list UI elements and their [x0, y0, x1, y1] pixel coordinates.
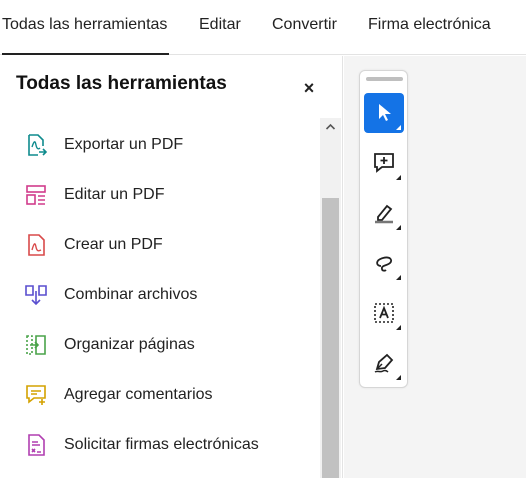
scroll-thumb[interactable] [322, 198, 339, 478]
panel-title: Todas las herramientas [16, 73, 227, 94]
tool-add-comments[interactable]: Agregar comentarios [0, 373, 320, 419]
tool-label: Crear un PDF [64, 236, 163, 253]
text-box-icon [374, 303, 394, 323]
tool-label: Combinar archivos [64, 286, 198, 303]
export-pdf-icon [28, 134, 48, 156]
add-comment-icon [374, 153, 394, 173]
more-options-corner [396, 125, 401, 130]
tab-all-tools[interactable]: Todas las herramientas [2, 0, 169, 55]
close-panel-button[interactable]: × [299, 78, 319, 98]
edit-pdf-icon [26, 185, 46, 205]
tool-create-pdf[interactable]: Crear un PDF [0, 223, 320, 269]
quick-tools-toolbar [359, 70, 408, 388]
more-options-corner [396, 375, 401, 380]
tools-list: Exportar un PDF Editar un PDF Crear un P… [0, 120, 320, 478]
tool-request-esignatures[interactable]: Solicitar firmas electrónicas [0, 423, 320, 469]
select-tool-button[interactable] [364, 93, 404, 133]
top-tab-bar: Todas las herramientas Editar Convertir … [0, 0, 526, 55]
request-esign-icon [28, 434, 45, 456]
tool-label: Editar un PDF [64, 186, 165, 203]
panel-scrollbar[interactable] [320, 118, 341, 478]
tool-combine-files[interactable]: Combinar archivos [0, 273, 320, 319]
tool-label: Exportar un PDF [64, 136, 184, 153]
tool-label: Organizar páginas [64, 336, 195, 353]
highlight-icon [375, 204, 393, 224]
more-options-corner [396, 325, 401, 330]
more-options-corner [396, 175, 401, 180]
scroll-up-arrow[interactable] [320, 118, 341, 136]
tool-organize-pages[interactable]: Organizar páginas [0, 323, 320, 369]
sign-tool-button[interactable] [364, 343, 404, 383]
add-comment-tool-button[interactable] [364, 143, 404, 183]
add-comments-icon [26, 385, 46, 405]
toolbar-drag-handle[interactable] [366, 77, 403, 81]
tool-export-pdf[interactable]: Exportar un PDF [0, 123, 320, 169]
draw-lasso-icon [376, 256, 393, 272]
more-options-corner [396, 225, 401, 230]
highlight-tool-button[interactable] [364, 193, 404, 233]
tool-label: Solicitar firmas electrónicas [64, 436, 259, 453]
draw-tool-button[interactable] [364, 243, 404, 283]
tab-edit[interactable]: Editar [199, 0, 241, 55]
text-box-tool-button[interactable] [364, 293, 404, 333]
sign-pen-icon [374, 353, 394, 373]
tab-convert[interactable]: Convertir [272, 0, 337, 55]
chevron-up-icon [325, 123, 336, 130]
select-cursor-icon [379, 104, 391, 121]
combine-files-icon [25, 285, 47, 306]
tab-esign[interactable]: Firma electrónica [368, 0, 491, 55]
create-pdf-icon [28, 234, 45, 256]
tool-label: Agregar comentarios [64, 386, 213, 403]
more-options-corner [396, 275, 401, 280]
organize-pages-icon [26, 335, 46, 355]
all-tools-panel: Todas las herramientas × Exportar un PDF… [0, 56, 343, 478]
tool-edit-pdf[interactable]: Editar un PDF [0, 173, 320, 219]
